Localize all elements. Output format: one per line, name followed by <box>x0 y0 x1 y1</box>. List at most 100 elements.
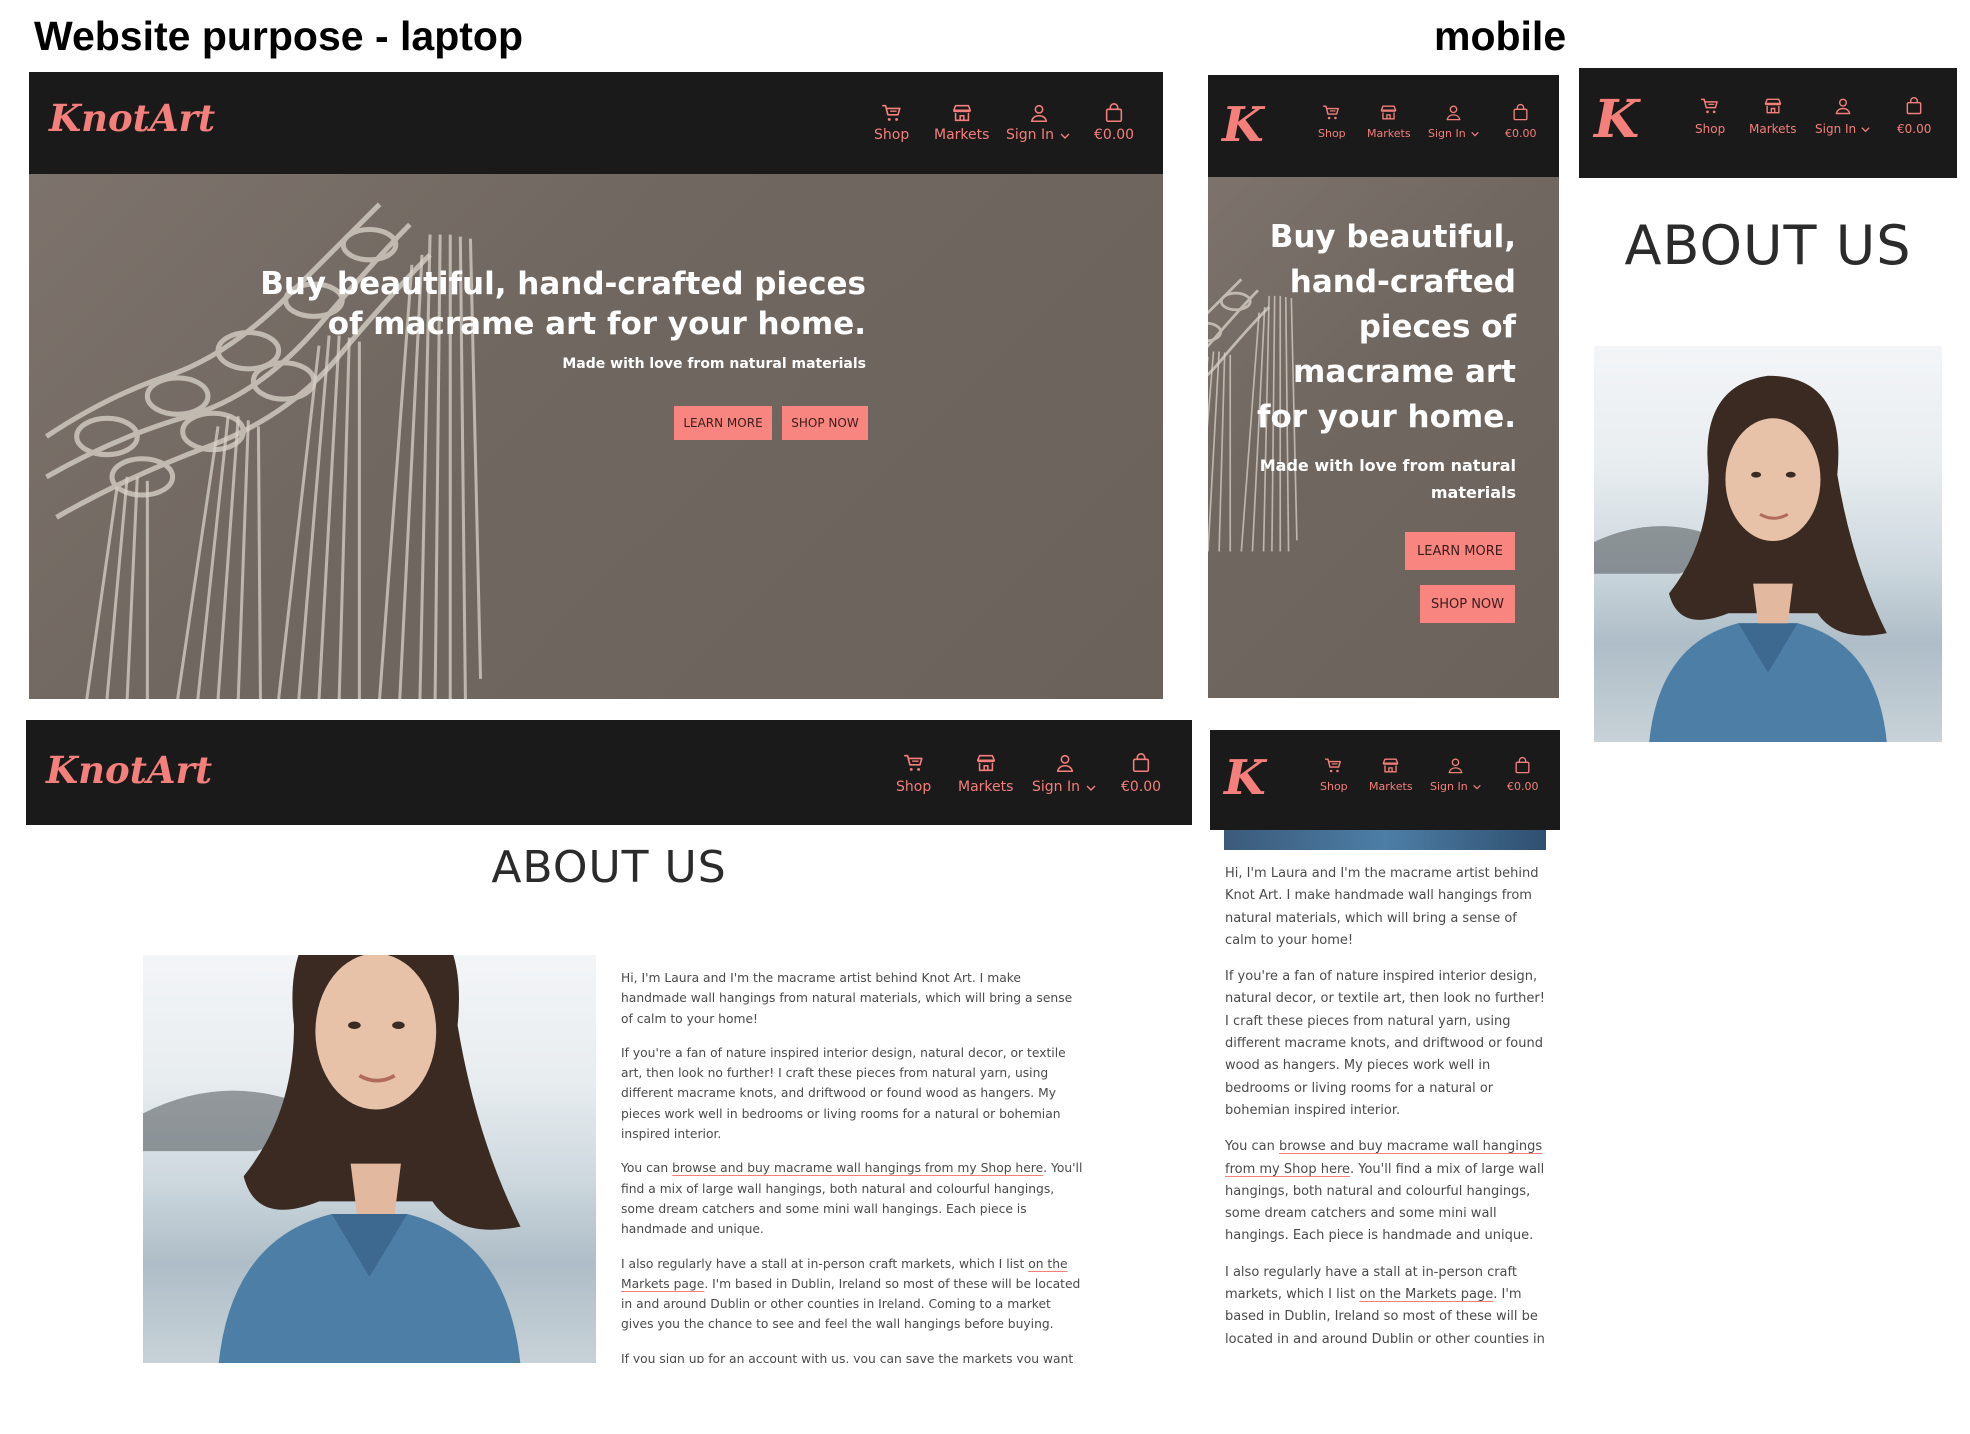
nav-sign-in[interactable]: Sign In <box>1815 96 1871 136</box>
logo[interactable]: KnotArt <box>46 752 212 789</box>
about-heading: ABOUT US <box>1624 214 1912 277</box>
nav-markets[interactable]: Markets <box>1367 103 1411 140</box>
laptop-about-frame: KnotArt Shop Markets Sign In €0.00 ABOUT… <box>26 720 1192 1363</box>
nav-shop[interactable]: Shop <box>1318 103 1346 140</box>
user-icon <box>1833 96 1853 116</box>
nav-markets[interactable]: Markets <box>958 752 1013 795</box>
about-paragraph: If you're a fan of nature inspired inter… <box>1225 969 1545 1118</box>
hero-heading-line2: of macrame art for your home. <box>327 306 866 342</box>
shop-now-button[interactable]: SHOP NOW <box>1420 585 1515 623</box>
nav-cart[interactable]: €0.00 <box>1897 96 1931 136</box>
shop-now-button[interactable]: SHOP NOW <box>782 406 868 440</box>
mobile-about-bottom-frame: K Shop Markets Sign In €0.00 Hi, I'm Lau… <box>1210 730 1560 1350</box>
about-paragraph: Hi, I'm Laura and I'm the macrame artist… <box>621 971 1073 1026</box>
nav-markets-label: Markets <box>934 127 990 143</box>
navbar: KnotArt Shop Markets Sign In €0.00 <box>29 72 1163 174</box>
storefront-icon <box>975 752 997 774</box>
user-icon <box>1054 752 1076 774</box>
hero-subheading-line: Made with love from natural <box>1259 456 1516 475</box>
nav-markets-label: Markets <box>1367 127 1411 140</box>
logo[interactable]: K <box>1222 101 1264 149</box>
cart-icon <box>1324 756 1343 775</box>
nav-markets[interactable]: Markets <box>1749 96 1797 136</box>
nav-sign-in-label: Sign In <box>1428 127 1466 140</box>
sign-up-link[interactable]: sign up for an account with us <box>659 1352 845 1363</box>
logo[interactable]: K <box>1594 94 1639 146</box>
shop-link[interactable]: browse and buy macrame wall hangings fro… <box>672 1161 1043 1175</box>
nav-markets[interactable]: Markets <box>1369 756 1413 793</box>
nav-shop[interactable]: Shop <box>1695 96 1725 136</box>
hero-text: Buy beautiful, hand-crafted pieces of ma… <box>260 264 866 372</box>
nav-sign-in-label: Sign In <box>1430 780 1468 793</box>
cart-icon <box>1700 96 1720 116</box>
photo-crop-strip <box>1224 830 1546 850</box>
cart-icon <box>1322 103 1341 122</box>
chevron-down-icon[interactable] <box>1472 782 1482 792</box>
about-paragraph: Hi, I'm Laura and I'm the macrame artist… <box>1225 866 1539 948</box>
nav-sign-in-label: Sign In <box>1032 779 1080 795</box>
portrait-figure <box>1594 346 1942 742</box>
hero-subheading-line: materials <box>1430 483 1516 502</box>
storefront-icon <box>1763 96 1783 116</box>
nav-markets-label: Markets <box>958 779 1014 795</box>
cart-icon <box>881 102 903 124</box>
cart-icon <box>903 752 925 774</box>
nav-cart[interactable]: €0.00 <box>1121 752 1161 795</box>
hero-subheading: Made with love from natural materials <box>562 356 866 372</box>
nav-sign-in[interactable]: Sign In <box>1032 752 1097 795</box>
nav-shop[interactable]: Shop <box>874 102 909 143</box>
hero-heading-line: macrame art <box>1293 354 1516 390</box>
user-icon <box>1444 103 1463 122</box>
navbar: K Shop Markets Sign In €0.00 <box>1208 75 1559 177</box>
navbar: K Shop Markets Sign In €0.00 <box>1210 730 1560 830</box>
nav-shop-label: Shop <box>1320 780 1348 793</box>
hero-section: Buy beautiful, hand-crafted pieces of ma… <box>29 174 1163 699</box>
nav-shop[interactable]: Shop <box>896 752 931 795</box>
chevron-down-icon[interactable] <box>1470 129 1480 139</box>
laptop-section-title: Website purpose - laptop <box>34 13 523 59</box>
storefront-icon <box>1381 756 1400 775</box>
chevron-down-icon[interactable] <box>1085 782 1097 794</box>
hero-heading-line: pieces of <box>1358 309 1516 345</box>
hero-heading-line: hand-crafted <box>1289 264 1516 300</box>
nav-sign-in-label: Sign In <box>1006 127 1054 143</box>
nav-cart-total: €0.00 <box>1094 127 1135 143</box>
storefront-icon <box>1379 103 1398 122</box>
bag-icon <box>1103 102 1125 124</box>
nav-cart[interactable]: €0.00 <box>1505 103 1537 140</box>
hero-heading: Buy beautiful, hand-crafted pieces of ma… <box>1226 215 1516 440</box>
about-body: Hi, I'm Laura and I'm the macrame artist… <box>1225 863 1547 1350</box>
portrait-figure <box>143 955 596 1363</box>
learn-more-button[interactable]: LEARN MORE <box>674 406 772 440</box>
learn-more-button[interactable]: LEARN MORE <box>1405 532 1515 570</box>
nav-sign-in[interactable]: Sign In <box>1430 756 1482 793</box>
nav-cart-total: €0.00 <box>1505 127 1537 140</box>
hero-heading-line1: Buy beautiful, hand-crafted pieces <box>260 266 866 302</box>
nav-sign-in-label: Sign In <box>1815 122 1857 136</box>
logo[interactable]: K <box>1224 754 1266 802</box>
logo[interactable]: KnotArt <box>49 100 215 137</box>
nav-sign-in[interactable]: Sign In <box>1006 102 1071 143</box>
nav-markets[interactable]: Markets <box>934 102 989 143</box>
navbar: K Shop Markets Sign In €0.00 <box>1579 68 1957 178</box>
about-paragraph: I also regularly have a stall at in-pers… <box>1225 1262 1547 1350</box>
nav-shop[interactable]: Shop <box>1320 756 1348 793</box>
macrame-hanging-image <box>29 174 629 699</box>
about-paragraph: I also regularly have a stall at in-pers… <box>621 1254 1083 1335</box>
bag-icon <box>1130 752 1152 774</box>
chevron-down-icon[interactable] <box>1059 130 1071 142</box>
markets-link[interactable]: on the Markets page <box>1359 1287 1493 1302</box>
nav-cart[interactable]: €0.00 <box>1094 102 1134 143</box>
nav-shop-label: Shop <box>874 127 910 143</box>
text: If you <box>621 1351 660 1363</box>
text: You can <box>621 1161 673 1176</box>
about-paragraph: If you sign up for an account with us, y… <box>621 1349 1083 1363</box>
storefront-icon <box>951 102 973 124</box>
chevron-down-icon[interactable] <box>1860 124 1871 135</box>
nav-sign-in[interactable]: Sign In <box>1428 103 1480 140</box>
nav-cart[interactable]: €0.00 <box>1507 756 1539 793</box>
hero-subheading: Made with love from natural materials <box>1226 452 1516 506</box>
about-paragraph: You can browse and buy macrame wall hang… <box>1225 1136 1547 1247</box>
nav-cart-total: €0.00 <box>1897 122 1932 136</box>
nav-markets-label: Markets <box>1369 780 1413 793</box>
